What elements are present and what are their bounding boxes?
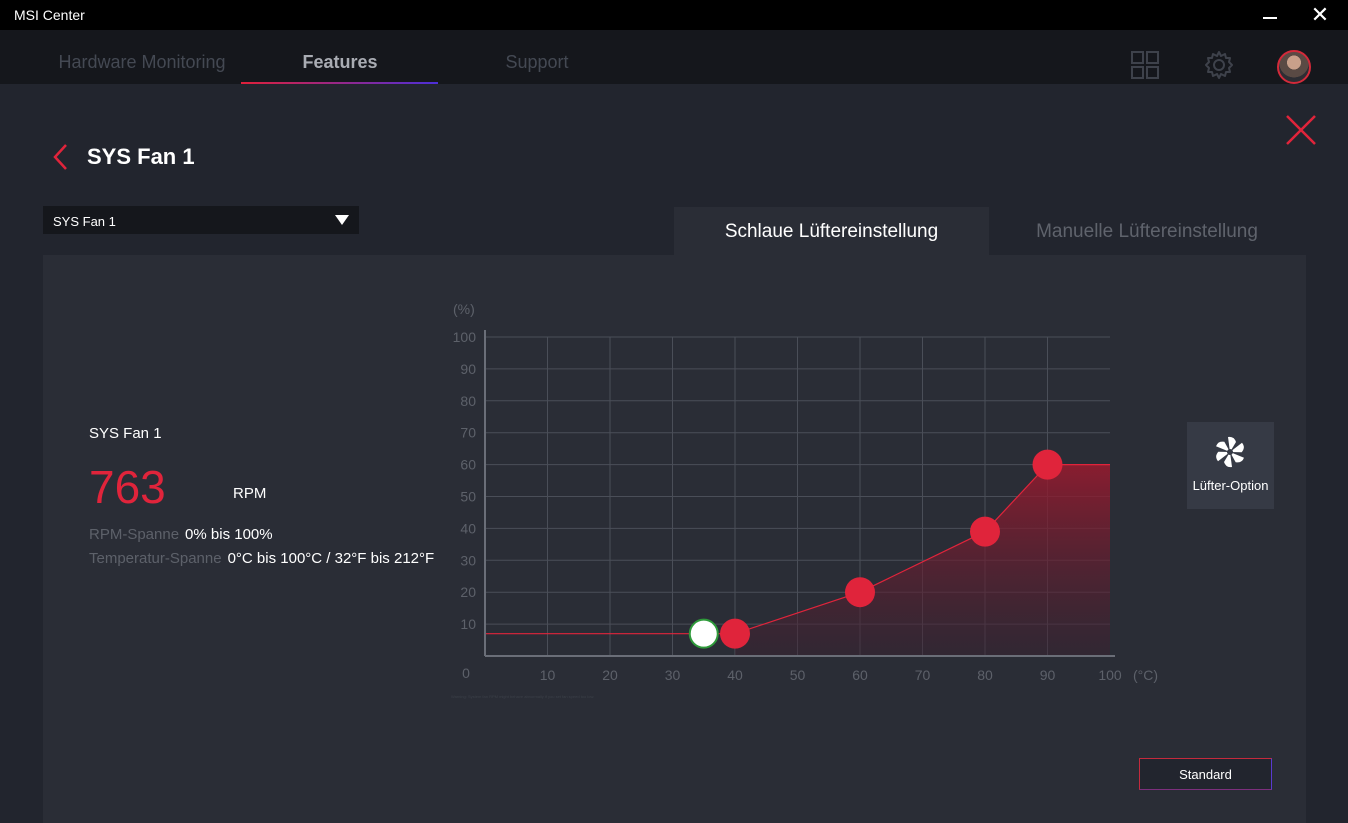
x-tick-label: 50: [790, 667, 806, 683]
y-tick-label: 80: [460, 393, 476, 409]
curve-control-point[interactable]: [970, 516, 1000, 547]
fan-option-label: Lüfter-Option: [1192, 478, 1269, 493]
x-tick-label: 90: [1040, 667, 1056, 683]
current-temperature-point: [688, 618, 719, 649]
fan-icon: [1216, 436, 1244, 468]
y-tick-label: 60: [460, 457, 476, 473]
y-tick-label: 100: [453, 329, 477, 345]
y-tick-label: 50: [460, 489, 476, 505]
warning-text: Warning: System fan RPM might behave abn…: [451, 694, 595, 699]
curve-control-point[interactable]: [1032, 449, 1063, 480]
origin-label: 0: [462, 665, 470, 681]
fan-curve-chart: 10 20 30 40 50 60 70 80 90 100 10 20 30 40 50 60 70 80 90 1…: [453, 301, 1158, 683]
y-tick-label: 20: [460, 584, 476, 600]
y-tick-label: 40: [460, 520, 476, 536]
fan-option-button[interactable]: Lüfter-Option: [1187, 422, 1274, 509]
curve-control-point[interactable]: [845, 577, 875, 608]
y-tick-label: 70: [460, 425, 476, 441]
x-tick-label: 10: [540, 667, 556, 683]
y-tick-label: 90: [460, 361, 476, 377]
x-tick-label: 70: [915, 667, 931, 683]
x-tick-label: 100: [1098, 667, 1122, 683]
x-tick-label: 60: [852, 667, 868, 683]
standard-button[interactable]: Standard: [1139, 758, 1272, 790]
y-tick-label: 30: [460, 552, 476, 568]
x-tick-label: 20: [602, 667, 618, 683]
x-tick-label: 30: [665, 667, 681, 683]
x-tick-label: 40: [727, 667, 743, 683]
y-tick-label: 10: [460, 616, 476, 632]
x-tick-label: 80: [977, 667, 993, 683]
curve-control-point[interactable]: [720, 618, 750, 649]
y-axis-unit: (%): [453, 301, 475, 317]
x-axis-unit: (°C): [1133, 667, 1158, 683]
